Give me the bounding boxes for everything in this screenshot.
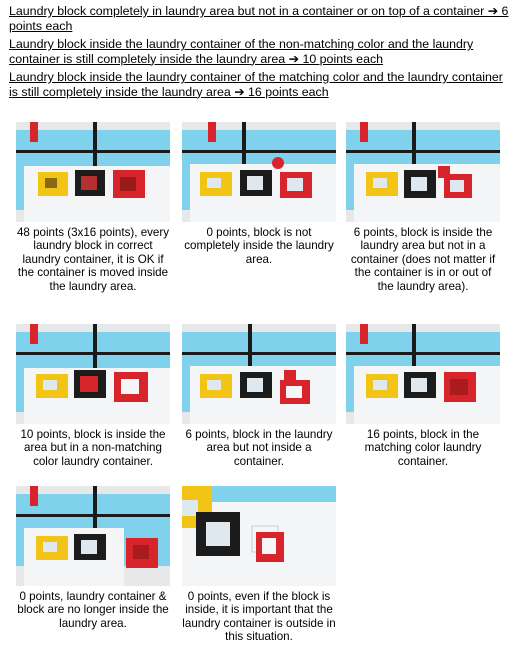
example-caption-8: 0 points, even if the block is inside, i… bbox=[182, 590, 336, 644]
example-8: 0 points, even if the block is inside, i… bbox=[182, 486, 336, 644]
example-caption-5: 6 points, block in the laundry area but … bbox=[185, 428, 333, 468]
example-photo-7 bbox=[16, 486, 170, 586]
example-photo-4 bbox=[16, 324, 170, 424]
example-caption-6: 16 points, block in the matching color l… bbox=[364, 428, 482, 468]
rule-16-points: Laundry block inside the laundry contain… bbox=[9, 70, 503, 99]
example-6: 16 points, block in the matching color l… bbox=[346, 324, 500, 468]
example-caption-2: 0 points, block is not completely inside… bbox=[184, 226, 334, 266]
example-photo-6 bbox=[346, 324, 500, 424]
example-2: 0 points, block is not completely inside… bbox=[182, 122, 336, 266]
example-5: 6 points, block in the laundry area but … bbox=[182, 324, 336, 468]
rule-10-points: Laundry block inside the laundry contain… bbox=[9, 37, 474, 66]
rule-6-points: Laundry block completely in laundry area… bbox=[9, 4, 509, 33]
example-4: 10 points, block is inside the area but … bbox=[16, 324, 170, 468]
example-caption-4: 10 points, block is inside the area but … bbox=[20, 428, 166, 468]
example-1: 48 points (3x16 points), every laundry b… bbox=[16, 122, 170, 293]
example-caption-3: 6 points, block is inside the laundry ar… bbox=[350, 226, 496, 293]
example-photo-3 bbox=[346, 122, 500, 222]
example-photo-5 bbox=[182, 324, 336, 424]
example-caption-1: 48 points (3x16 points), every laundry b… bbox=[16, 226, 170, 293]
scoring-rules: Laundry block completely in laundry area… bbox=[9, 4, 509, 103]
example-caption-7: 0 points, laundry container & block are … bbox=[17, 590, 169, 630]
example-7: 0 points, laundry container & block are … bbox=[16, 486, 170, 630]
example-photo-2 bbox=[182, 122, 336, 222]
example-3: 6 points, block is inside the laundry ar… bbox=[346, 122, 500, 293]
example-photo-8 bbox=[182, 486, 336, 586]
example-photo-1 bbox=[16, 122, 170, 222]
